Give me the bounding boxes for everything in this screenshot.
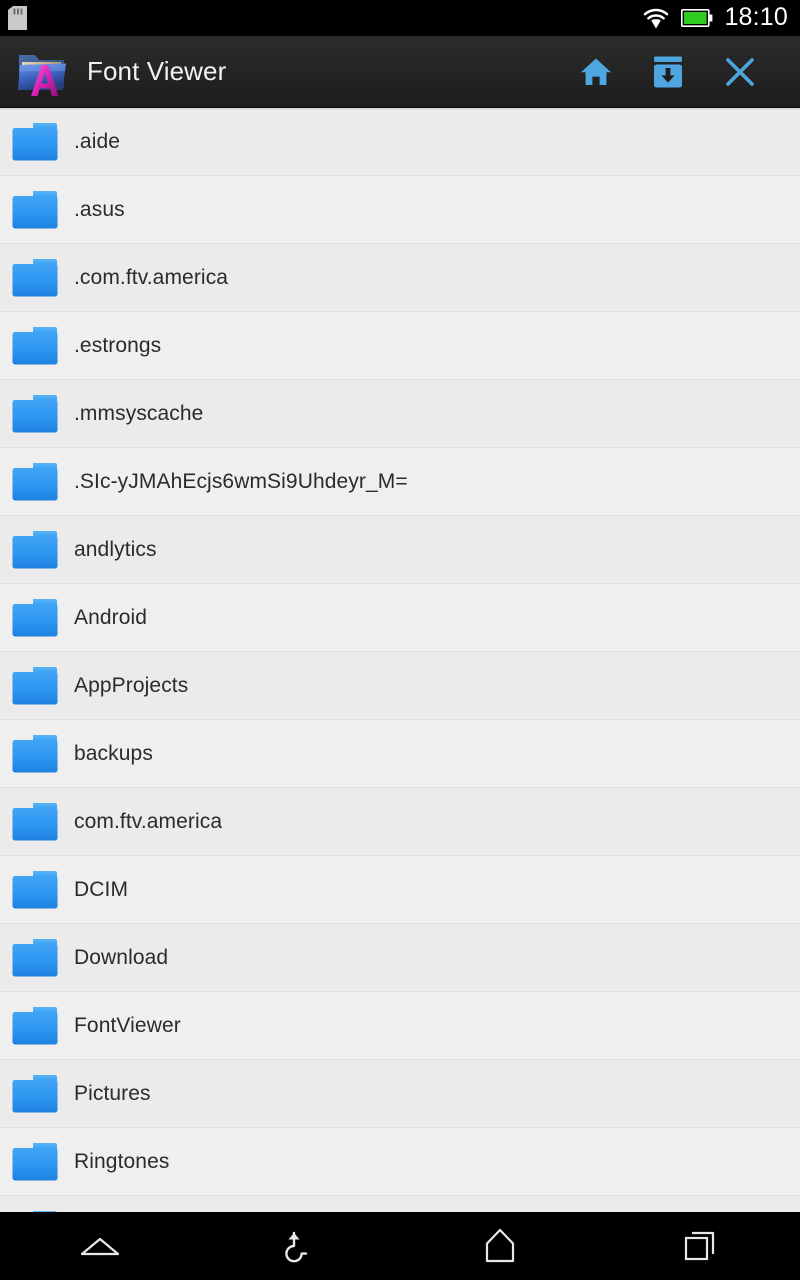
folder-icon	[10, 1005, 60, 1047]
save-to-device-button[interactable]	[632, 36, 704, 108]
file-list-item-label: .com.ftv.america	[74, 265, 229, 289]
file-list-item-label: Ringtones	[74, 1149, 170, 1173]
file-list-item-label: com.ftv.america	[74, 809, 223, 833]
file-list-item[interactable]: FontViewer	[0, 992, 800, 1061]
file-list-item-label: andlytics	[74, 537, 157, 561]
battery-full-icon	[681, 9, 713, 27]
file-list-item[interactable]: .mmsyscache	[0, 380, 800, 449]
file-list-item[interactable]	[0, 1196, 800, 1212]
recent-apps-icon	[681, 1227, 719, 1265]
folder-icon	[10, 665, 60, 707]
folder-icon	[10, 869, 60, 911]
file-list-item[interactable]: .estrongs	[0, 312, 800, 381]
file-list[interactable]: .aide .asus .com.ftv.america .estrongs .mmsy…	[0, 108, 800, 1212]
status-bar-right: 18:10	[642, 2, 788, 32]
close-x-icon	[724, 56, 756, 88]
folder-icon	[10, 937, 60, 979]
action-bar: Font Viewer	[0, 36, 800, 108]
file-list-item[interactable]: .aide	[0, 108, 800, 177]
folder-icon	[10, 121, 60, 163]
file-list-item[interactable]: DCIM	[0, 856, 800, 925]
chevron-up-outline-icon	[77, 1230, 123, 1262]
nav-home-button[interactable]	[400, 1212, 600, 1280]
folder-icon	[10, 597, 60, 639]
sdcard-icon	[8, 6, 27, 30]
folder-icon	[10, 801, 60, 843]
file-list-item[interactable]: Android	[0, 584, 800, 653]
file-list-item-label: Pictures	[74, 1081, 151, 1105]
folder-icon	[10, 1073, 60, 1115]
home-button[interactable]	[560, 36, 632, 108]
file-list-item-label: DCIM	[74, 877, 129, 901]
file-list-item-label: Android	[74, 605, 148, 629]
file-list-item[interactable]: com.ftv.america	[0, 788, 800, 857]
file-list-item[interactable]: Pictures	[0, 1060, 800, 1129]
android-screen: 18:10 Font Viewer .aide .asus .com.ftv.a…	[0, 0, 800, 1280]
wifi-icon	[642, 7, 670, 29]
file-list-item[interactable]: backups	[0, 720, 800, 789]
folder-icon	[10, 529, 60, 571]
file-list-item-label: backups	[74, 741, 153, 765]
folder-icon	[10, 461, 60, 503]
file-list-item[interactable]: .com.ftv.america	[0, 244, 800, 313]
file-list-item[interactable]: Download	[0, 924, 800, 993]
home-icon	[579, 55, 613, 89]
page-title: Font Viewer	[87, 56, 227, 86]
file-list-item-label: AppProjects	[74, 673, 189, 697]
file-list-item[interactable]: andlytics	[0, 516, 800, 585]
back-arrow-icon	[280, 1226, 320, 1266]
nav-menu-expand-button[interactable]	[0, 1212, 200, 1280]
file-list-item-label: .mmsyscache	[74, 401, 204, 425]
file-list-item[interactable]: AppProjects	[0, 652, 800, 721]
file-list-item-label: .estrongs	[74, 333, 162, 357]
folder-icon	[10, 325, 60, 367]
folder-icon	[10, 1141, 60, 1183]
nav-recents-button[interactable]	[600, 1212, 800, 1280]
file-list-item-label: .SIc-yJMAhEcjs6wmSi9Uhdeyr_M=	[74, 469, 408, 493]
file-list-item-label: Download	[74, 945, 169, 969]
file-list-item[interactable]: .SIc-yJMAhEcjs6wmSi9Uhdeyr_M=	[0, 448, 800, 517]
home-outline-icon	[481, 1226, 519, 1266]
status-bar: 18:10	[0, 0, 800, 36]
status-bar-clock: 18:10	[724, 2, 788, 31]
file-list-item[interactable]: .asus	[0, 176, 800, 245]
file-list-item-label: .asus	[74, 197, 125, 221]
folder-icon	[10, 189, 60, 231]
close-button[interactable]	[704, 36, 776, 108]
status-bar-left	[8, 6, 27, 30]
action-bar-buttons	[560, 36, 776, 108]
file-list-item[interactable]: Ringtones	[0, 1128, 800, 1197]
folder-icon	[10, 733, 60, 775]
folder-icon	[10, 393, 60, 435]
font-viewer-folder-icon	[14, 44, 70, 100]
nav-back-button[interactable]	[200, 1212, 400, 1280]
download-box-icon	[652, 55, 684, 89]
file-list-item-label: .aide	[74, 129, 121, 153]
system-navigation-bar	[0, 1212, 800, 1280]
folder-icon	[10, 257, 60, 299]
file-list-item-label: FontViewer	[74, 1013, 181, 1037]
